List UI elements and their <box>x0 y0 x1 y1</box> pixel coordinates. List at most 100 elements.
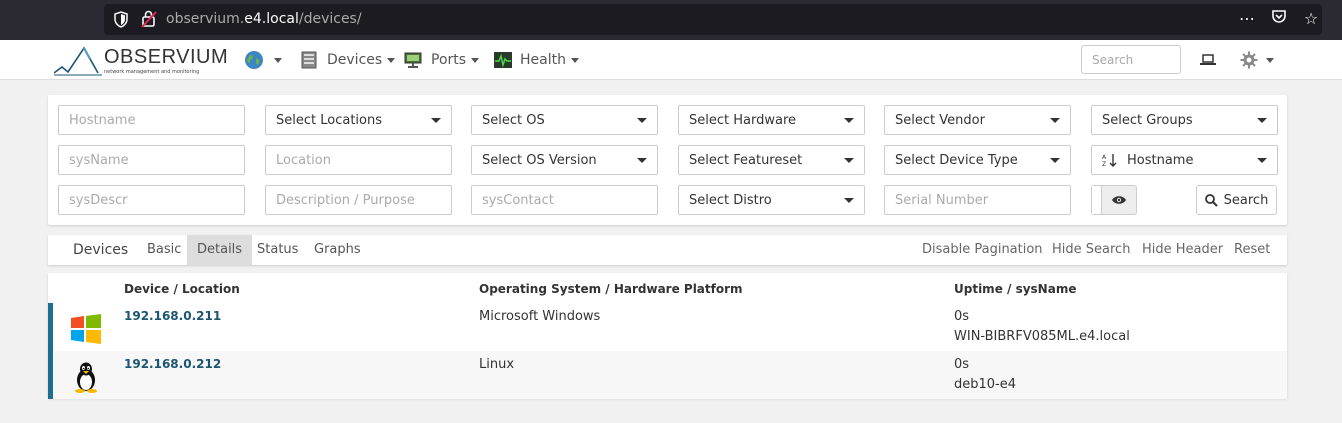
chevron-down-icon <box>1050 117 1060 123</box>
serial-number-input[interactable]: Serial Number <box>884 185 1071 215</box>
device-sysname: deb10-e4 <box>954 377 1017 392</box>
hardware-select[interactable]: Select Hardware <box>678 105 865 135</box>
nav-ports-menu[interactable]: Ports <box>404 50 480 70</box>
chevron-down-icon <box>431 117 441 123</box>
search-button[interactable]: Search <box>1196 185 1277 215</box>
global-search-input[interactable] <box>1081 45 1181 74</box>
description-placeholder: Description / Purpose <box>276 192 415 208</box>
url-host-prefix: observium. <box>166 11 245 27</box>
observium-logo[interactable]: OBSERVIUM network management and monitor… <box>53 45 229 77</box>
device-type-select[interactable]: Select Device Type <box>884 145 1071 175</box>
tab-basic[interactable]: Basic <box>137 235 191 265</box>
sysname-placeholder: sysName <box>69 152 129 168</box>
chevron-down-icon <box>387 57 396 63</box>
linux-tux-icon <box>75 362 97 393</box>
bookmark-star-icon[interactable]: ☆ <box>1302 9 1320 28</box>
table-row[interactable]: 192.168.0.212 Linux 0s deb10-e4 <box>48 351 1287 399</box>
chevron-down-icon <box>637 117 647 123</box>
chevron-down-icon <box>1257 117 1267 123</box>
laptop-menu[interactable] <box>1200 50 1216 70</box>
logo-text: OBSERVIUM <box>104 46 229 68</box>
locations-select-label: Select Locations <box>276 112 382 128</box>
url-host-domain: e4.local <box>244 11 299 27</box>
view-tabs-bar: Devices Basic Details Status Graphs Disa… <box>48 235 1287 265</box>
sysdescr-placeholder: sysDescr <box>69 192 128 208</box>
locations-select[interactable]: Select Locations <box>265 105 452 135</box>
more-actions-icon[interactable]: ⋯ <box>1238 9 1256 28</box>
os-version-select[interactable]: Select OS Version <box>471 145 658 175</box>
shield-icon[interactable] <box>114 11 128 28</box>
insecure-lock-icon[interactable] <box>141 10 157 28</box>
logo-mountain-icon <box>53 46 102 76</box>
url-text[interactable]: observium.e4.local/devices/ <box>166 11 362 27</box>
search-button-label: Search <box>1223 192 1269 208</box>
windows-icon <box>71 314 101 344</box>
settings-menu[interactable] <box>1240 50 1274 70</box>
table-row[interactable]: 192.168.0.211 Microsoft Windows 0s WIN-B… <box>48 303 1287 351</box>
svg-text:Z: Z <box>1102 161 1106 167</box>
sort-alpha-icon: A Z <box>1102 154 1117 167</box>
device-hostname-link[interactable]: 192.168.0.211 <box>124 309 221 323</box>
column-header-device[interactable]: Device / Location <box>124 282 240 296</box>
chevron-down-icon <box>274 57 282 63</box>
url-bar[interactable]: observium.e4.local/devices/ <box>104 4 1322 35</box>
svg-text:A: A <box>1102 154 1107 161</box>
chevron-down-icon <box>471 57 480 63</box>
sysname-input[interactable]: sysName <box>58 145 245 175</box>
os-select-label: Select OS <box>482 112 545 128</box>
server-icon <box>301 51 317 69</box>
toggle-visibility-button[interactable] <box>1091 185 1137 215</box>
chevron-down-icon <box>1050 157 1060 163</box>
hardware-select-label: Select Hardware <box>689 112 797 128</box>
distro-select[interactable]: Select Distro <box>678 185 865 215</box>
syscontact-placeholder: sysContact <box>482 192 554 208</box>
reset-link[interactable]: Reset <box>1234 235 1270 265</box>
os-select[interactable]: Select OS <box>471 105 658 135</box>
location-input[interactable]: Location <box>265 145 452 175</box>
description-input[interactable]: Description / Purpose <box>265 185 452 215</box>
tab-details[interactable]: Details <box>187 235 253 265</box>
vendor-select-label: Select Vendor <box>895 112 985 128</box>
logo-subtitle: network management and monitoring <box>104 69 200 75</box>
tab-status[interactable]: Status <box>247 235 308 265</box>
vendor-select[interactable]: Select Vendor <box>884 105 1071 135</box>
chevron-down-icon <box>844 197 854 203</box>
syscontact-input[interactable]: sysContact <box>471 185 658 215</box>
tabs-brand-title: Devices <box>73 242 129 258</box>
groups-select[interactable]: Select Groups <box>1091 105 1278 135</box>
toggle-off-segment <box>1092 186 1102 214</box>
hostname-placeholder: Hostname <box>69 112 136 128</box>
hide-search-link[interactable]: Hide Search <box>1052 235 1130 265</box>
groups-select-label: Select Groups <box>1102 112 1193 128</box>
serial-number-placeholder: Serial Number <box>895 192 989 208</box>
nav-devices-label: Devices <box>327 52 383 68</box>
nav-health-menu[interactable]: Health <box>494 50 579 70</box>
pocket-icon[interactable] <box>1270 8 1288 28</box>
search-icon <box>1204 193 1218 207</box>
column-header-os[interactable]: Operating System / Hardware Platform <box>479 282 743 296</box>
hide-header-link[interactable]: Hide Header <box>1142 235 1223 265</box>
nav-health-label: Health <box>520 52 566 68</box>
featureset-select-label: Select Featureset <box>689 152 803 168</box>
sort-select-label: Hostname <box>1127 152 1194 168</box>
hostname-input[interactable]: Hostname <box>58 105 245 135</box>
chevron-down-icon <box>1257 157 1267 163</box>
chevron-down-icon <box>844 157 854 163</box>
column-header-uptime[interactable]: Uptime / sysName <box>954 282 1076 296</box>
sysdescr-input[interactable]: sysDescr <box>58 185 245 215</box>
url-path: /devices/ <box>298 11 362 27</box>
heartbeat-icon <box>494 52 512 68</box>
os-version-select-label: Select OS Version <box>482 152 597 168</box>
tab-graphs[interactable]: Graphs <box>304 235 371 265</box>
nav-devices-menu[interactable]: Devices <box>300 50 396 70</box>
laptop-icon <box>1200 54 1216 65</box>
nav-globe-menu[interactable] <box>244 50 282 70</box>
device-uptime: 0s <box>954 309 970 324</box>
device-type-select-label: Select Device Type <box>895 152 1018 168</box>
chevron-down-icon <box>637 157 647 163</box>
featureset-select[interactable]: Select Featureset <box>678 145 865 175</box>
disable-pagination-link[interactable]: Disable Pagination <box>922 235 1043 265</box>
device-hostname-link[interactable]: 192.168.0.212 <box>124 357 221 371</box>
distro-select-label: Select Distro <box>689 192 772 208</box>
sort-select[interactable]: A Z Hostname <box>1091 145 1278 175</box>
